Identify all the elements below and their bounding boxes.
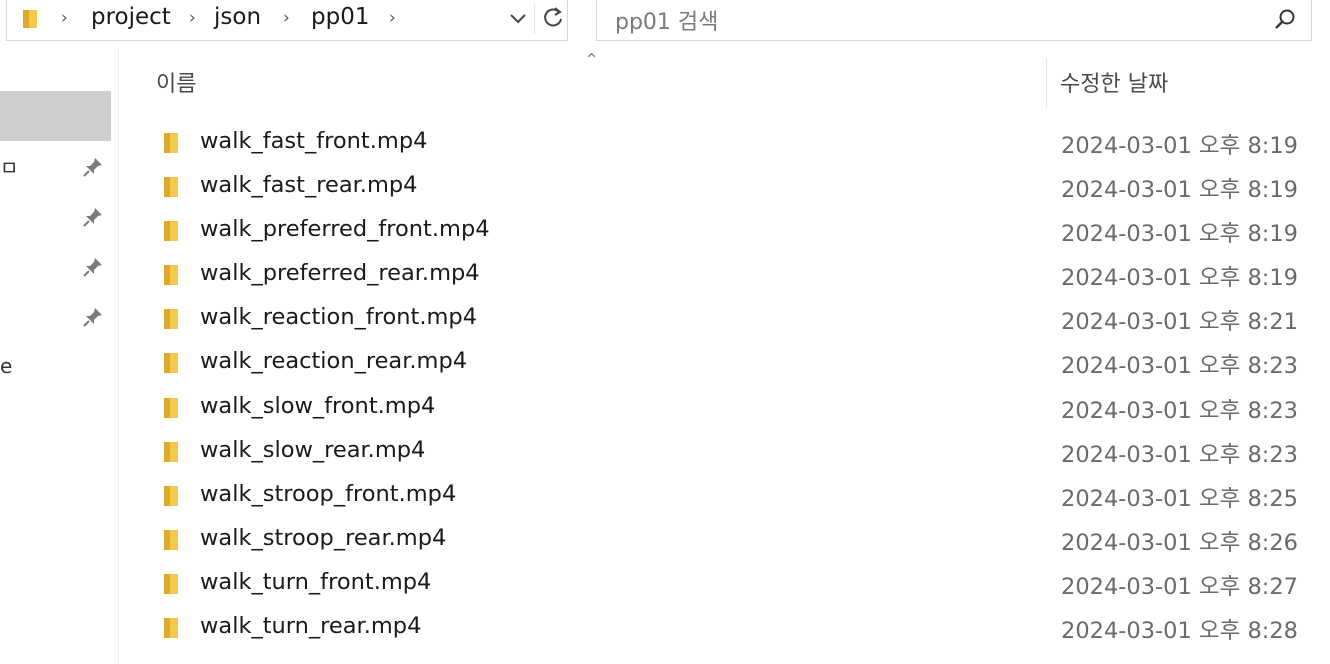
- file-row[interactable]: walk_fast_front.mp4 2024-03-01 오후 8:19: [118, 122, 1330, 166]
- file-date-modified: 2024-03-01 오후 8:23: [1061, 441, 1298, 468]
- file-date-modified: 2024-03-01 오후 8:19: [1061, 265, 1298, 292]
- breadcrumb-item-json[interactable]: json: [214, 4, 261, 30]
- file-row[interactable]: walk_preferred_rear.mp4 2024-03-01 오후 8:1…: [118, 254, 1330, 298]
- file-row[interactable]: walk_turn_front.mp4 2024-03-01 오후 8:27: [118, 563, 1330, 607]
- refresh-icon[interactable]: [542, 4, 564, 36]
- column-header-name[interactable]: 이름: [156, 66, 196, 98]
- address-bar[interactable]: › project › json › pp01 ›: [6, 0, 568, 41]
- file-date-modified: 2024-03-01 오후 8:27: [1061, 573, 1298, 600]
- file-name[interactable]: walk_stroop_rear.mp4: [200, 525, 446, 551]
- chevron-down-icon[interactable]: [507, 6, 529, 32]
- nav-item-label[interactable]: ㅁ: [0, 152, 18, 181]
- file-name[interactable]: walk_slow_front.mp4: [200, 393, 435, 419]
- navigation-pane: ㅁ e: [0, 46, 119, 664]
- column-divider[interactable]: [1046, 58, 1047, 108]
- column-header-date-modified[interactable]: 수정한 날짜: [1060, 66, 1168, 98]
- file-row[interactable]: walk_fast_rear.mp4 2024-03-01 오후 8:19: [118, 166, 1330, 210]
- breadcrumb-item-pp01[interactable]: pp01: [311, 4, 369, 30]
- file-name[interactable]: walk_preferred_front.mp4: [200, 216, 490, 242]
- file-name[interactable]: walk_turn_front.mp4: [200, 569, 431, 595]
- file-row[interactable]: walk_reaction_front.mp4 2024-03-01 오후 8:2…: [118, 298, 1330, 342]
- pin-icon: [83, 308, 102, 327]
- folder-icon: [164, 441, 178, 462]
- file-name[interactable]: walk_fast_rear.mp4: [200, 172, 417, 198]
- search-icon[interactable]: [1273, 7, 1297, 31]
- pin-icon: [83, 208, 102, 227]
- toolbar: › project › json › pp01 › pp01 검색: [0, 0, 1330, 46]
- file-row[interactable]: walk_preferred_front.mp4 2024-03-01 오후 8:…: [118, 210, 1330, 254]
- file-name[interactable]: walk_reaction_front.mp4: [200, 304, 477, 330]
- file-date-modified: 2024-03-01 오후 8:23: [1061, 397, 1298, 424]
- file-date-modified: 2024-03-01 오후 8:28: [1061, 618, 1298, 645]
- nav-item-selected[interactable]: [0, 91, 111, 141]
- search-input[interactable]: pp01 검색: [615, 4, 718, 36]
- file-name[interactable]: walk_slow_rear.mp4: [200, 437, 425, 463]
- file-date-modified: 2024-03-01 오후 8:25: [1061, 485, 1298, 512]
- folder-icon: [164, 221, 178, 242]
- file-date-modified: 2024-03-01 오후 8:21: [1061, 309, 1298, 336]
- file-name[interactable]: walk_turn_rear.mp4: [200, 613, 421, 639]
- folder-icon: [164, 133, 178, 153]
- folder-icon: [164, 573, 178, 594]
- pin-icon: [83, 158, 102, 177]
- file-name[interactable]: walk_fast_front.mp4: [200, 128, 427, 154]
- folder-icon: [164, 309, 178, 330]
- folder-icon: [164, 397, 178, 418]
- folder-icon: [164, 618, 178, 639]
- folder-icon: [164, 529, 178, 550]
- folder-icon: [23, 10, 37, 28]
- file-date-modified: 2024-03-01 오후 8:23: [1061, 353, 1298, 380]
- file-row[interactable]: walk_stroop_front.mp4 2024-03-01 오후 8:25: [118, 475, 1330, 519]
- file-list: walk_fast_front.mp4 2024-03-01 오후 8:19 wal…: [118, 122, 1330, 651]
- pin-icon: [83, 258, 102, 277]
- file-name[interactable]: walk_reaction_rear.mp4: [200, 348, 467, 374]
- file-row[interactable]: walk_stroop_rear.mp4 2024-03-01 오후 8:26: [118, 519, 1330, 563]
- breadcrumb-separator-icon: ›: [61, 8, 68, 28]
- divider: [534, 4, 535, 34]
- breadcrumb-item-project[interactable]: project: [91, 4, 171, 30]
- folder-icon: [164, 485, 178, 506]
- file-row[interactable]: walk_slow_front.mp4 2024-03-01 오후 8:23: [118, 387, 1330, 431]
- search-box[interactable]: pp01 검색: [596, 0, 1312, 41]
- nav-item-label[interactable]: e: [0, 354, 12, 378]
- file-date-modified: 2024-03-01 오후 8:26: [1061, 529, 1298, 556]
- column-header: 이름 수정한 날짜: [118, 56, 1330, 108]
- file-date-modified: 2024-03-01 오후 8:19: [1061, 221, 1298, 248]
- breadcrumb-separator-icon: ›: [283, 8, 290, 28]
- file-date-modified: 2024-03-01 오후 8:19: [1061, 133, 1298, 159]
- file-name[interactable]: walk_preferred_rear.mp4: [200, 260, 480, 286]
- file-row[interactable]: walk_reaction_rear.mp4 2024-03-01 오후 8:23: [118, 342, 1330, 386]
- folder-icon: [164, 353, 178, 374]
- breadcrumb-separator-icon: ›: [189, 8, 196, 28]
- folder-icon: [164, 177, 178, 198]
- breadcrumb-separator-icon[interactable]: ›: [389, 8, 396, 28]
- file-row[interactable]: walk_slow_rear.mp4 2024-03-01 오후 8:23: [118, 431, 1330, 475]
- file-name[interactable]: walk_stroop_front.mp4: [200, 481, 456, 507]
- folder-icon: [164, 265, 178, 286]
- file-row[interactable]: walk_turn_rear.mp4 2024-03-01 오후 8:28: [118, 607, 1330, 651]
- file-date-modified: 2024-03-01 오후 8:19: [1061, 177, 1298, 204]
